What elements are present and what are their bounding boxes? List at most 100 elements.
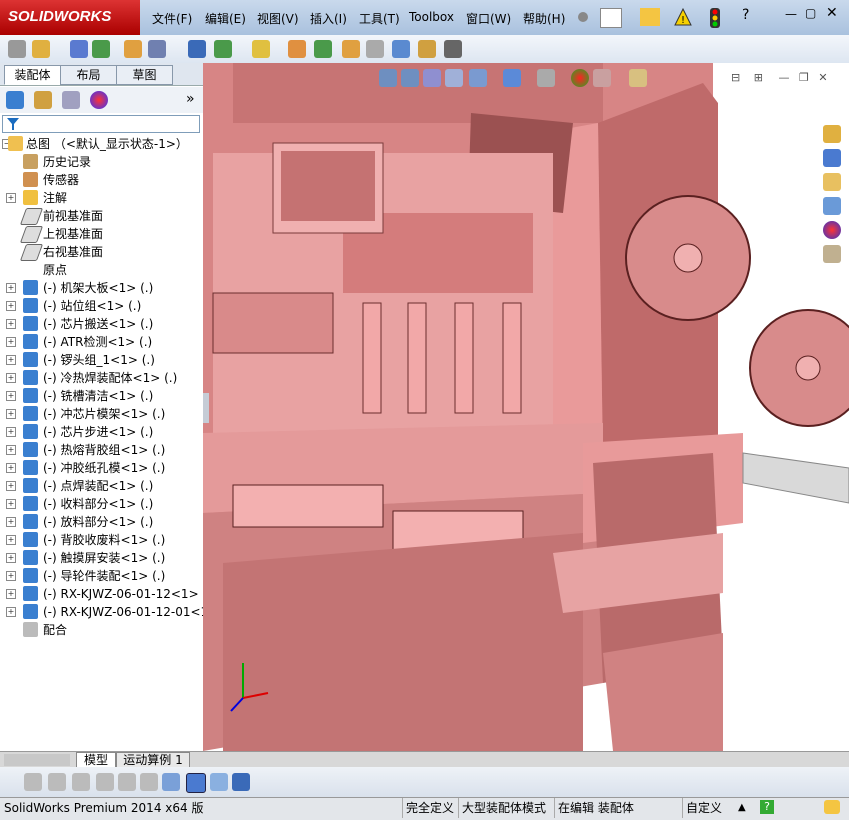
wireframe-icon[interactable] [72,773,90,791]
toolbar-tool-icon[interactable] [314,40,332,58]
panel-collapse-handle[interactable] [203,393,209,423]
edit-appearance-icon[interactable] [571,69,589,87]
expand-icon[interactable]: + [6,517,16,527]
tab-scroll-arrows[interactable] [4,754,70,766]
view-settings-icon[interactable] [629,69,647,87]
expand-panel-icon[interactable]: » [186,91,195,107]
toolbar-tool-icon[interactable] [252,40,270,58]
zoom-area-icon[interactable] [401,69,419,87]
home-icon[interactable] [823,125,841,143]
expand-icon[interactable]: + [6,535,16,545]
new-document-icon[interactable] [600,8,622,28]
appearances-icon[interactable] [823,221,841,239]
planes-icon[interactable] [210,773,228,791]
expand-icon[interactable]: + [6,589,16,599]
graphics-viewport[interactable]: ⊟ ⊞ — ❐ ✕ [203,63,849,751]
toolbar-tool-icon[interactable] [148,40,166,58]
expand-icon[interactable]: + [6,337,16,347]
property-manager-icon[interactable] [34,91,52,109]
section-icon[interactable] [118,773,136,791]
solidworks-logo[interactable]: SOLIDWORKS [0,0,140,35]
status-help-icon[interactable]: ? [760,800,774,814]
tab-layout[interactable]: 布局 [60,65,117,85]
expand-icon[interactable]: + [6,319,16,329]
viewport-restore-icon[interactable]: ❐ [799,71,809,84]
design-library-icon[interactable] [823,149,841,167]
tab-sketch[interactable]: 草图 [116,65,173,85]
toolbar-tool-icon[interactable] [392,40,410,58]
configuration-manager-icon[interactable] [62,91,80,109]
menu-item-3[interactable]: 插入(I) [310,10,347,27]
axis-icon[interactable] [162,773,180,791]
display-style-icon[interactable] [503,69,521,87]
view-palette-icon[interactable] [823,197,841,215]
expand-icon[interactable]: + [6,301,16,311]
hidden-lines-icon[interactable] [48,773,66,791]
tab-assembly[interactable]: 装配体 [4,65,61,85]
toolbar-tool-icon[interactable] [214,40,232,58]
expand-icon[interactable]: + [6,373,16,383]
split-vertical-icon[interactable]: ⊞ [754,71,763,84]
expand-icon[interactable]: + [6,571,16,581]
split-horizontal-icon[interactable]: ⊟ [731,71,740,84]
expand-icon[interactable]: + [6,409,16,419]
filter-input[interactable] [2,115,200,133]
pin-icon[interactable] [574,8,592,26]
expand-icon[interactable]: + [6,445,16,455]
warning-icon[interactable]: ! [674,7,692,26]
expand-icon[interactable]: + [6,355,16,365]
toolbar-tool-icon[interactable] [366,40,384,58]
toolbar-tool-icon[interactable] [418,40,436,58]
realview-icon[interactable] [232,773,250,791]
help-icon[interactable]: ? [742,7,749,23]
toolbar-tool-icon[interactable] [288,40,306,58]
toolbar-tool-icon[interactable] [92,40,110,58]
custom-properties-icon[interactable] [823,245,841,263]
expand-icon[interactable]: + [6,553,16,563]
toolbar-tool-icon[interactable] [444,40,462,58]
viewport-minimize-icon[interactable]: — [778,71,789,84]
expand-icon[interactable]: + [6,391,16,401]
zoom-to-fit-icon[interactable] [379,69,397,87]
menu-item-1[interactable]: 编辑(E) [205,10,246,27]
close-icon[interactable]: ✕ [826,5,838,21]
perspective-icon[interactable] [96,773,114,791]
toolbar-tool-icon[interactable] [124,40,142,58]
hide-show-icon[interactable] [537,69,555,87]
menu-item-0[interactable]: 文件(F) [152,10,192,27]
feature-manager-icon[interactable] [6,91,24,109]
units-selector[interactable]: 自定义 [682,798,722,818]
expand-icon[interactable]: + [6,463,16,473]
expand-icon[interactable]: + [6,607,16,617]
toolbar-tool-icon[interactable] [342,40,360,58]
menu-item-4[interactable]: 工具(T) [359,10,400,27]
toolbar-tool-icon[interactable] [188,40,206,58]
expand-icon[interactable]: + [6,427,16,437]
units-chevron-icon[interactable]: ▲ [738,798,746,818]
menu-item-7[interactable]: 帮助(H) [523,10,565,27]
traffic-light-icon[interactable] [710,8,720,28]
restore-icon[interactable]: ▢ [805,6,816,20]
toolbar-tool-icon[interactable] [32,40,50,58]
file-explorer-icon[interactable] [823,173,841,191]
viewport-close-icon[interactable]: ✕ [818,71,827,84]
menu-item-5[interactable]: Toolbox [409,10,454,24]
minimize-icon[interactable]: — [785,7,797,21]
expand-icon[interactable]: + [6,193,16,203]
previous-view-icon[interactable] [423,69,441,87]
toolbar-tool-icon[interactable] [70,40,88,58]
open-folder-icon[interactable] [640,8,660,26]
shaded-icon[interactable] [24,773,42,791]
toolbar-tool-icon[interactable] [8,40,26,58]
view-orientation-icon[interactable] [469,69,487,87]
tag-icon[interactable] [824,800,840,814]
menu-item-6[interactable]: 窗口(W) [466,10,511,27]
display-manager-icon[interactable] [90,91,108,109]
expand-icon[interactable]: + [6,499,16,509]
shaded-edges-icon[interactable] [186,773,206,793]
scene-icon[interactable] [593,69,611,87]
menu-item-2[interactable]: 视图(V) [257,10,299,27]
curvature-icon[interactable] [140,773,158,791]
expand-icon[interactable]: + [6,283,16,293]
expand-icon[interactable]: + [6,481,16,491]
